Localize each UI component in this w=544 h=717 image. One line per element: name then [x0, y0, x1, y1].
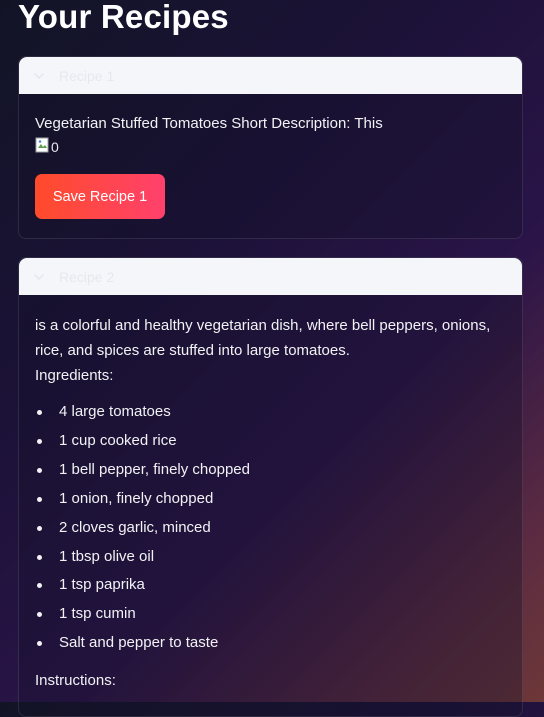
ingredients-list: 4 large tomatoes 1 cup cooked rice 1 bel… [35, 398, 506, 658]
list-item: 1 tsp paprika [35, 571, 506, 600]
recipe-1-expander-header[interactable]: Recipe 1 [19, 57, 522, 94]
recipe-1-expander-label: Recipe 1 [59, 67, 115, 84]
list-item: 1 onion, finely chopped [35, 485, 506, 514]
list-item: Salt and pepper to taste [35, 629, 506, 658]
list-item: 2 cloves garlic, minced [35, 514, 506, 543]
chevron-down-icon [33, 271, 45, 283]
list-item: 1 tbsp olive oil [35, 543, 506, 572]
ingredients-heading: Ingredients: [35, 367, 114, 384]
instructions-heading: Instructions: [35, 672, 116, 690]
broken-image-icon [35, 137, 49, 156]
recipe-1-image: 0 [35, 137, 506, 156]
recipe-2-description: is a colorful and healthy vegetarian dis… [35, 317, 491, 359]
recipe-2-expander-header[interactable]: Recipe 2 [19, 258, 522, 295]
chevron-down-icon [33, 70, 45, 82]
list-item: 4 large tomatoes [35, 398, 506, 427]
recipe-1-image-alt: 0 [51, 138, 59, 155]
save-recipe-1-button[interactable]: Save Recipe 1 [35, 174, 165, 219]
recipe-1-expander: Recipe 1 Vegetarian Stuffed Tomatoes Sho… [18, 56, 523, 239]
list-item: 1 tsp cumin [35, 600, 506, 629]
recipe-2-expander: Recipe 2 is a colorful and healthy veget… [18, 257, 523, 717]
recipe-1-description: Vegetarian Stuffed Tomatoes Short Descri… [35, 115, 383, 132]
list-item: 1 cup cooked rice [35, 427, 506, 456]
page-title: Your Recipes [18, 0, 229, 35]
recipe-2-expander-label: Recipe 2 [59, 268, 115, 285]
list-item: 1 bell pepper, finely chopped [35, 456, 506, 485]
